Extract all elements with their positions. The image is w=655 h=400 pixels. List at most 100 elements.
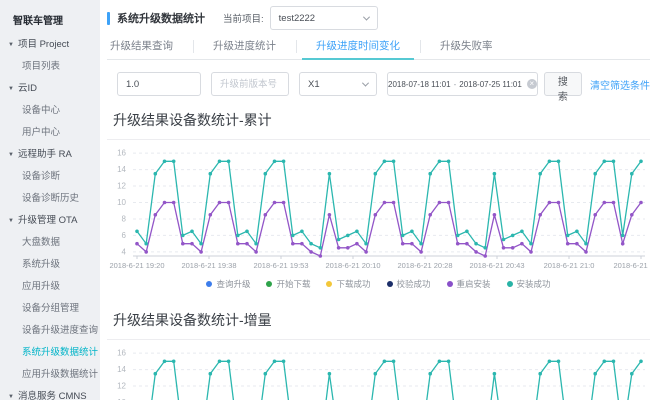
target-version-input[interactable] [117,72,201,96]
sidebar-item-设备分组管理[interactable]: 设备分组管理 [0,298,100,320]
sidebar-item-应用升级[interactable]: 应用升级 [0,276,100,298]
caret-down-icon: ▼ [8,78,14,100]
svg-text:12: 12 [117,382,126,391]
sidebar-item-远程助手 RA[interactable]: ▼ 远程助手 RA [0,144,100,166]
svg-text:14: 14 [117,165,126,174]
caret-down-icon: ▼ [8,386,14,400]
legend-dot [326,281,332,287]
chart-head: 升级结果设备数统计-累计 [107,110,650,140]
sidebar-item-设备升级进度查询[interactable]: 设备升级进度查询 [0,320,100,342]
sidebar-item-云ID[interactable]: ▼ 云ID [0,78,100,100]
svg-text:2018-6-21 21:0: 2018-6-21 21:0 [544,261,595,270]
sidebar-item-label: 升级管理 OTA [18,215,77,226]
sidebar-item-大盘数据[interactable]: 大盘数据 [0,232,100,254]
sidebar-item-label: 远程助手 RA [18,149,72,160]
svg-text:2018-6-21 20:43: 2018-6-21 20:43 [469,261,524,270]
sidebar-item-项目列表[interactable]: 项目列表 [0,56,100,78]
tab-升级进度时间变化[interactable]: 升级进度时间变化 [296,34,420,59]
legend-item-查询升级[interactable]: 查询升级 [206,278,250,290]
legend-dot [266,281,272,287]
pre-upgrade-version-input[interactable] [211,72,289,96]
chart-legend: 查询升级 开始下载 下载成功 校验成功 重启安装 安装成功 [107,278,650,290]
date-end: 2018-07-25 11:01 [459,80,522,89]
date-range-picker[interactable]: 2018-07-18 11:01 - 2018-07-25 11:01 [387,72,538,96]
sidebar-item-label: 消息服务 CMNS [18,391,87,400]
sidebar-item-label: 系统升级 [22,259,60,270]
legend-item-校验成功[interactable]: 校验成功 [387,278,431,290]
clear-date-icon[interactable] [527,79,537,89]
sidebar-item-label: 用户中心 [22,127,60,138]
date-separator: - [454,80,457,89]
page-header: 系统升级数据统计 当前项目: test2222 [107,0,650,34]
legend-label: 开始下载 [276,278,310,290]
chart-title-cumulative: 升级结果设备数统计-累计 [113,110,650,139]
chart-title-incremental: 升级结果设备数统计-增量 [113,310,650,339]
svg-text:2018-6-21 19:38: 2018-6-21 19:38 [181,261,236,270]
incremental-chart: 16141210864 [107,342,650,400]
sidebar-item-label: 设备分组管理 [22,303,79,314]
clear-filters-link[interactable]: 清空筛选条件 [590,77,650,92]
svg-text:10: 10 [117,198,126,207]
svg-text:2018-6-21 20:10: 2018-6-21 20:10 [325,261,380,270]
sidebar-item-升级管理 OTA[interactable]: ▼ 升级管理 OTA [0,210,100,232]
legend-label: 下载成功 [336,278,370,290]
legend-item-下载成功[interactable]: 下载成功 [326,278,370,290]
sidebar-item-设备诊断历史[interactable]: 设备诊断历史 [0,188,100,210]
tab-升级进度统计[interactable]: 升级进度统计 [193,34,296,59]
legend-item-安装成功[interactable]: 安装成功 [507,278,551,290]
sidebar-item-label: 应用升级 [22,281,60,292]
legend-dot [447,281,453,287]
legend-label: 重启安装 [457,278,491,290]
tab-bar: 升级结果查询升级进度统计升级进度时间变化升级失败率 [107,34,650,60]
filter-bar: X1 2018-07-18 11:01 - 2018-07-25 11:01 搜… [117,72,650,96]
tab-升级失败率[interactable]: 升级失败率 [420,34,513,59]
sidebar-item-label: 设备中心 [22,105,60,116]
svg-text:6: 6 [122,231,127,240]
sidebar-item-label: 设备升级进度查询 [22,325,98,336]
svg-text:16: 16 [117,149,126,158]
svg-text:8: 8 [122,215,127,224]
caret-down-icon: ▼ [8,144,14,166]
sidebar-item-系统升级[interactable]: 系统升级 [0,254,100,276]
sidebar-item-应用升级数据统计[interactable]: 应用升级数据统计 [0,364,100,386]
svg-text:4: 4 [122,247,127,256]
sidebar-item-label: 项目 Project [18,39,69,50]
tab-升级结果查询[interactable]: 升级结果查询 [107,34,193,59]
sidebar-item-消息服务 CMNS[interactable]: ▼ 消息服务 CMNS [0,386,100,400]
sidebar: 智联车管理 ▼项目 Project项目列表▼云ID设备中心用户中心▼远程助手 R… [0,0,100,400]
sidebar-item-设备诊断[interactable]: 设备诊断 [0,166,100,188]
legend-label: 查询升级 [216,278,250,290]
svg-text:12: 12 [117,182,126,191]
chevron-down-icon [362,79,369,86]
app-title: 智联车管理 [0,8,100,34]
sidebar-nav: ▼项目 Project项目列表▼云ID设备中心用户中心▼远程助手 RA设备诊断设… [0,34,100,400]
sidebar-item-label: 设备诊断 [22,171,60,182]
app-root: 智联车管理 ▼项目 Project项目列表▼云ID设备中心用户中心▼远程助手 R… [0,0,655,400]
sidebar-item-label: 系统升级数据统计 [22,347,98,358]
sidebar-item-label: 项目列表 [22,61,60,72]
sidebar-item-设备中心[interactable]: 设备中心 [0,100,100,122]
legend-item-开始下载[interactable]: 开始下载 [266,278,310,290]
legend-label: 安装成功 [517,278,551,290]
sidebar-item-用户中心[interactable]: 用户中心 [0,122,100,144]
legend-item-重启安装[interactable]: 重启安装 [447,278,491,290]
legend-dot [507,281,513,287]
date-start: 2018-07-18 11:01 [388,80,451,89]
device-model-value: X1 [308,79,320,90]
sidebar-item-系统升级数据统计[interactable]: 系统升级数据统计 [0,342,100,364]
sidebar-item-label: 应用升级数据统计 [22,369,98,380]
caret-down-icon: ▼ [8,210,14,232]
sidebar-item-label: 设备诊断历史 [22,193,79,204]
legend-dot [387,281,393,287]
project-select[interactable]: test2222 [270,6,378,30]
page-title: 系统升级数据统计 [117,10,205,26]
svg-text:2018-6-21 19:53: 2018-6-21 19:53 [253,261,308,270]
chart-section-incremental: 升级结果设备数统计-增量 16141210864 [107,310,650,400]
svg-text:2018-6-21 21:18: 2018-6-21 21:18 [613,261,650,270]
device-model-select[interactable]: X1 [299,72,377,96]
sidebar-item-项目 Project[interactable]: ▼项目 Project [0,34,100,56]
svg-text:2018-6-21 20:28: 2018-6-21 20:28 [397,261,452,270]
search-button[interactable]: 搜索 [544,72,582,96]
sidebar-item-label: 云ID [18,83,37,94]
svg-text:14: 14 [117,365,126,374]
